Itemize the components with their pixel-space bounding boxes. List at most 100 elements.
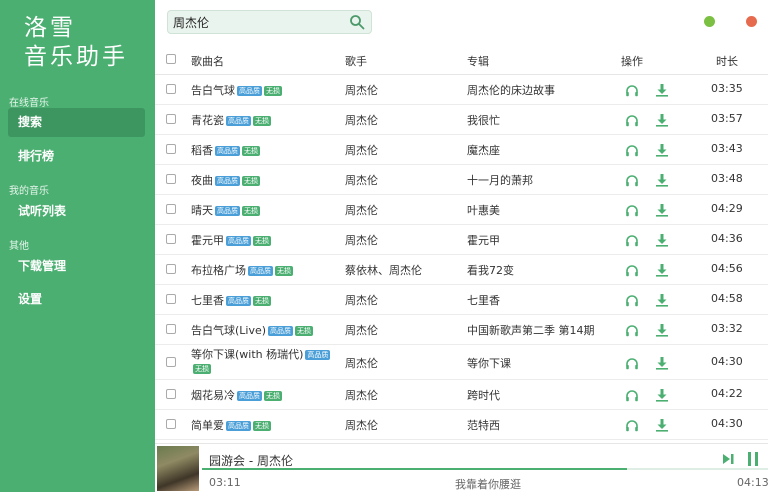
select-all-checkbox[interactable]: [166, 54, 176, 64]
search-icon[interactable]: [349, 14, 365, 30]
album-cell: 周杰伦的床边故事: [467, 84, 555, 97]
duration-cell: 03:35: [711, 82, 743, 95]
table-row[interactable]: 告白气球 高品质 无损 周杰伦 周杰伦的床边故事 03:35: [155, 75, 768, 105]
row-checkbox[interactable]: [166, 324, 176, 334]
row-checkbox[interactable]: [166, 144, 176, 154]
hq-badge: 高品质: [226, 296, 251, 306]
pause-icon[interactable]: [745, 450, 761, 468]
row-checkbox[interactable]: [166, 389, 176, 399]
lossless-badge: 无损: [253, 236, 271, 246]
progress-fill: [202, 468, 627, 470]
download-icon[interactable]: [655, 233, 669, 247]
album-cell: 魔杰座: [467, 144, 500, 157]
download-icon[interactable]: [655, 356, 669, 370]
duration-cell: 03:57: [711, 112, 743, 125]
progress-bar[interactable]: [202, 468, 768, 470]
row-checkbox[interactable]: [166, 174, 176, 184]
row-checkbox[interactable]: [166, 264, 176, 274]
row-checkbox[interactable]: [166, 419, 176, 429]
download-icon[interactable]: [655, 263, 669, 277]
download-icon[interactable]: [655, 173, 669, 187]
headphones-icon[interactable]: [625, 114, 639, 128]
row-checkbox[interactable]: [166, 357, 176, 367]
song-name: 告白气球: [191, 84, 235, 97]
table-row[interactable]: 烟花易冷 高品质 无损 周杰伦 跨时代 04:22: [155, 380, 768, 410]
lossless-badge: 无损: [242, 146, 260, 156]
sidebar-item-download-manager[interactable]: 下载管理: [8, 252, 145, 281]
table-row[interactable]: 晴天 高品质 无损 周杰伦 叶惠美 04:29: [155, 195, 768, 225]
duration-cell: 03:43: [711, 142, 743, 155]
sidebar-item-play-list[interactable]: 试听列表: [8, 197, 145, 226]
song-name: 简单爱: [191, 419, 224, 432]
download-icon[interactable]: [655, 113, 669, 127]
table-row[interactable]: 七里香 高品质 无损 周杰伦 七里香 04:58: [155, 285, 768, 315]
sidebar-item-leaderboard[interactable]: 排行榜: [8, 142, 145, 171]
album-cell: 我很忙: [467, 114, 500, 127]
row-checkbox[interactable]: [166, 114, 176, 124]
artist-cell: 周杰伦: [345, 389, 378, 402]
sidebar-item-search[interactable]: 搜索: [8, 108, 145, 137]
table-row[interactable]: 简单爱 高品质 无损 周杰伦 范特西 04:30: [155, 410, 768, 440]
headphones-icon[interactable]: [625, 294, 639, 308]
close-button[interactable]: [746, 16, 757, 27]
total-time: 04:13: [737, 476, 768, 489]
headphones-icon[interactable]: [625, 389, 639, 403]
search-input[interactable]: [168, 11, 343, 33]
headphones-icon[interactable]: [625, 84, 639, 98]
table-row[interactable]: 等你下课(with 杨瑞代) 高品质无损 周杰伦 等你下课 04:30: [155, 345, 768, 380]
duration-cell: 04:22: [711, 387, 743, 400]
download-icon[interactable]: [655, 83, 669, 97]
table-row[interactable]: 夜曲 高品质 无损 周杰伦 十一月的萧邦 03:48: [155, 165, 768, 195]
hq-badge: 高品质: [215, 206, 240, 216]
table-row[interactable]: 青花瓷 高品质 无损 周杰伦 我很忙 03:57: [155, 105, 768, 135]
artist-cell: 周杰伦: [345, 324, 378, 337]
download-icon[interactable]: [655, 418, 669, 432]
download-icon[interactable]: [655, 143, 669, 157]
logo-line-2: 音乐助手: [24, 44, 128, 70]
headphones-icon[interactable]: [625, 174, 639, 188]
song-name-cell: 七里香 高品质 无损: [191, 292, 271, 308]
download-icon[interactable]: [655, 293, 669, 307]
section-online-music: 在线音乐: [9, 98, 49, 109]
row-checkbox[interactable]: [166, 204, 176, 214]
download-icon[interactable]: [655, 323, 669, 337]
row-checkbox[interactable]: [166, 84, 176, 94]
headphones-icon[interactable]: [625, 144, 639, 158]
album-cell: 七里香: [467, 294, 500, 307]
lossless-badge: 无损: [253, 421, 271, 431]
song-name-cell: 告白气球(Live) 高品质 无损: [191, 322, 314, 338]
song-name: 夜曲: [191, 174, 213, 187]
next-track-icon[interactable]: [721, 451, 737, 467]
album-cover[interactable]: [157, 446, 199, 491]
song-name-cell: 告白气球 高品质 无损: [191, 82, 282, 98]
song-name: 等你下课(with 杨瑞代): [191, 348, 304, 361]
header-artist: 歌手: [345, 55, 367, 68]
artist-cell: 周杰伦: [345, 114, 378, 127]
headphones-icon[interactable]: [625, 264, 639, 278]
table-row[interactable]: 稻香 高品质 无损 周杰伦 魔杰座 03:43: [155, 135, 768, 165]
album-cell: 看我72变: [467, 264, 514, 277]
headphones-icon[interactable]: [625, 204, 639, 218]
headphones-icon[interactable]: [625, 357, 639, 371]
row-checkbox[interactable]: [166, 234, 176, 244]
download-icon[interactable]: [655, 203, 669, 217]
headphones-icon[interactable]: [625, 234, 639, 248]
artist-cell: 周杰伦: [345, 357, 378, 370]
duration-cell: 04:36: [711, 232, 743, 245]
headphones-icon[interactable]: [625, 324, 639, 338]
table-row[interactable]: 霍元甲 高品质 无损 周杰伦 霍元甲 04:36: [155, 225, 768, 255]
duration-cell: 04:30: [711, 417, 743, 430]
sidebar-item-settings[interactable]: 设置: [8, 285, 145, 314]
download-icon[interactable]: [655, 388, 669, 402]
table-row[interactable]: 布拉格广场 高品质 无损 蔡依林、周杰伦 看我72变 04:56: [155, 255, 768, 285]
minimize-button[interactable]: [704, 16, 715, 27]
header-actions: 操作: [621, 55, 643, 68]
section-my-music: 我的音乐: [9, 186, 49, 197]
row-checkbox[interactable]: [166, 294, 176, 304]
hq-badge: 高品质: [226, 236, 251, 246]
song-name: 告白气球(Live): [191, 324, 267, 337]
artist-cell: 周杰伦: [345, 174, 378, 187]
hq-badge: 高品质: [237, 391, 262, 401]
headphones-icon[interactable]: [625, 419, 639, 433]
table-row[interactable]: 告白气球(Live) 高品质 无损 周杰伦 中国新歌声第二季 第14期 03:32: [155, 315, 768, 345]
